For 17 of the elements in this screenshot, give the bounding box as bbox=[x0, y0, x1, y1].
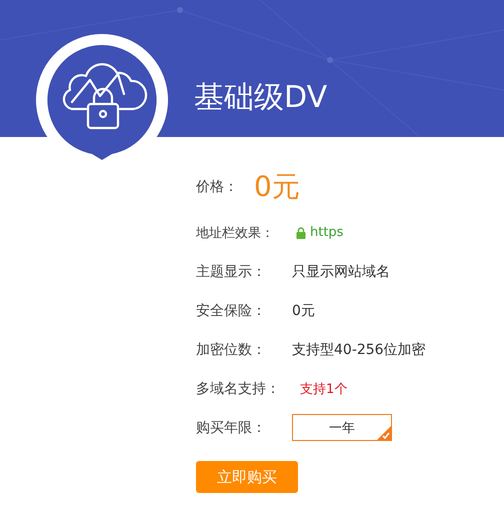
field-value: 支持1个 bbox=[300, 380, 348, 398]
product-title: 基础级DV bbox=[194, 79, 328, 117]
price-value: 0元 bbox=[254, 169, 300, 205]
field-value: 0元 bbox=[292, 302, 315, 320]
field-label: 地址栏效果： bbox=[196, 224, 275, 242]
check-corner-icon bbox=[377, 426, 391, 440]
field-label: 多域名支持： bbox=[196, 380, 281, 398]
field-value: 只显示网站域名 bbox=[292, 262, 390, 280]
year-option[interactable]: 一年 bbox=[292, 414, 392, 441]
field-label: 价格： bbox=[196, 178, 239, 196]
field-label: 购买年限： bbox=[196, 418, 267, 436]
field-value: 支持型40-256位加密 bbox=[292, 340, 426, 358]
field-label: 加密位数： bbox=[196, 340, 267, 358]
field-label: 安全保险： bbox=[196, 302, 267, 320]
field-label: 主题显示： bbox=[196, 262, 267, 280]
lock-icon bbox=[296, 226, 306, 238]
https-text: https bbox=[310, 225, 344, 240]
